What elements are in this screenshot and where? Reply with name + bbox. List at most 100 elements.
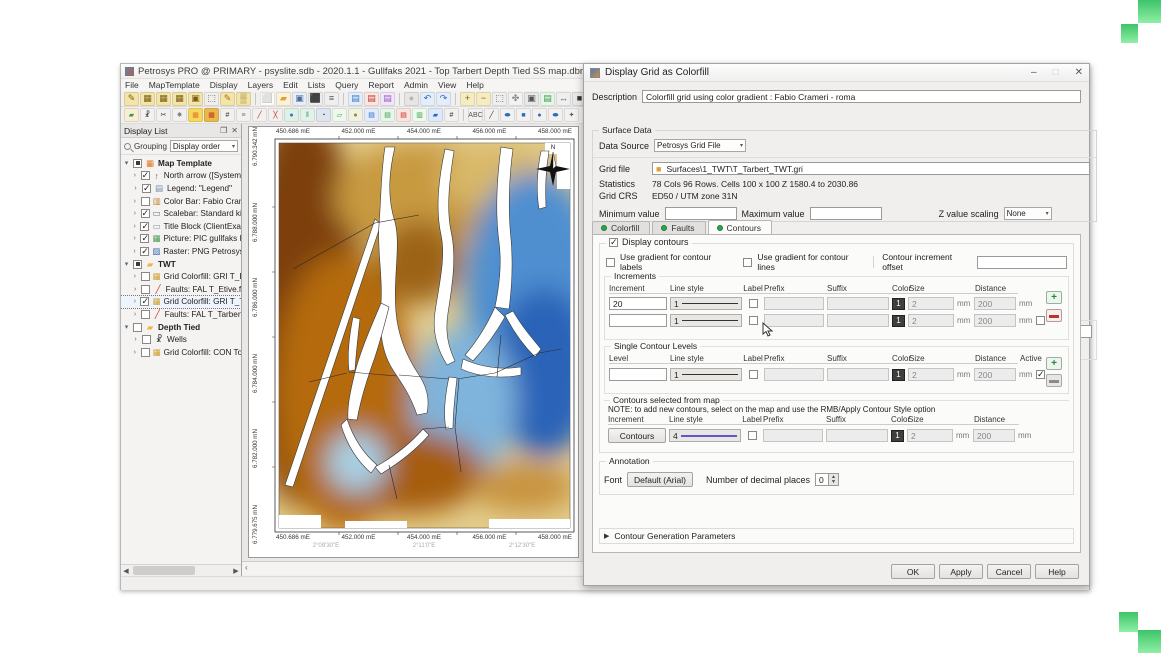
tree-faults-tarbert[interactable]: › ╱ Faults: FAL T_Tarbert.fal bbox=[121, 308, 241, 321]
map-extent-icon[interactable]: ⬚ bbox=[204, 92, 219, 106]
increment-input[interactable] bbox=[609, 314, 667, 327]
draw-square-icon[interactable]: ■ bbox=[516, 108, 531, 122]
tree-scalebar[interactable]: › ▭ Scalebar: Standard kilomet bbox=[121, 207, 241, 220]
polygon-icon[interactable]: ▱ bbox=[332, 108, 347, 122]
expander-icon[interactable]: › bbox=[132, 198, 138, 205]
close-icon[interactable]: ✕ bbox=[1075, 67, 1083, 78]
level-input[interactable] bbox=[609, 368, 667, 381]
visibility-checkbox[interactable] bbox=[141, 285, 150, 294]
expander-icon[interactable]: › bbox=[132, 336, 139, 343]
search-icon[interactable] bbox=[124, 143, 131, 150]
list-icon[interactable]: ≡ bbox=[324, 92, 339, 106]
visibility-checkbox[interactable] bbox=[141, 171, 150, 180]
active-checkbox[interactable] bbox=[1036, 370, 1045, 379]
abc-text-icon[interactable]: ABC bbox=[468, 108, 483, 122]
distance-input[interactable]: 200 bbox=[974, 368, 1016, 381]
visibility-checkbox[interactable] bbox=[140, 247, 149, 256]
prefix-input[interactable] bbox=[764, 314, 824, 327]
remove-row-button[interactable]: ▬ bbox=[1046, 309, 1062, 322]
help-button[interactable]: Help bbox=[1035, 564, 1079, 579]
use-gradient-labels-checkbox[interactable] bbox=[606, 258, 615, 267]
menu-help[interactable]: Help bbox=[466, 80, 483, 90]
folder-icon[interactable]: ■ bbox=[656, 164, 661, 174]
crosshair-icon[interactable]: ✦ bbox=[564, 108, 579, 122]
visibility-checkbox[interactable] bbox=[140, 222, 149, 231]
suffix-input[interactable] bbox=[827, 368, 889, 381]
map-zoom-icon[interactable]: ▦ bbox=[140, 92, 155, 106]
line-style-combobox[interactable]: 1 bbox=[670, 314, 742, 327]
visibility-checkbox[interactable] bbox=[140, 234, 149, 243]
menu-admin[interactable]: Admin bbox=[404, 80, 428, 90]
decimal-places-spinner[interactable]: 0 ▲▼ bbox=[815, 473, 839, 486]
draw-ellipse-icon[interactable]: ⬬ bbox=[548, 108, 563, 122]
tree-raster[interactable]: › ▨ Raster: PNG Petrosys_logo_ bbox=[121, 245, 241, 258]
contours-button[interactable]: Contours bbox=[608, 428, 666, 443]
prefix-input[interactable] bbox=[764, 297, 824, 310]
snapshot-icon[interactable]: ▣ bbox=[524, 92, 539, 106]
line-style-combobox[interactable]: 4 bbox=[669, 429, 741, 442]
menu-lists[interactable]: Lists bbox=[308, 80, 325, 90]
map-select-icon[interactable]: ▣ bbox=[188, 92, 203, 106]
contour-generation-parameters[interactable]: ▶ Contour Generation Parameters bbox=[599, 528, 1074, 544]
visibility-checkbox[interactable] bbox=[140, 297, 149, 306]
menu-report[interactable]: Report bbox=[368, 80, 394, 90]
apply-button[interactable]: Apply bbox=[939, 564, 983, 579]
fit-width-icon[interactable]: ↔ bbox=[556, 92, 571, 106]
image-blue-icon[interactable]: ▤ bbox=[348, 92, 363, 106]
remove-level-button[interactable]: ▬ bbox=[1046, 374, 1062, 387]
tree-depth-tied-group[interactable]: ▾ ▰ Depth Tied bbox=[121, 321, 241, 334]
data-source-combobox[interactable]: Petrosys Grid File ▾ bbox=[654, 139, 746, 152]
suffix-input[interactable] bbox=[826, 429, 888, 442]
visibility-checkbox[interactable] bbox=[142, 184, 151, 193]
expander-icon[interactable]: › bbox=[132, 210, 138, 217]
tree-title-block[interactable]: › ▭ Title Block (ClientExample_ bbox=[121, 220, 241, 233]
layers-stack-icon[interactable]: ≡ bbox=[236, 108, 251, 122]
z-scaling-combobox[interactable]: None ▾ bbox=[1004, 207, 1052, 220]
expander-icon[interactable]: › bbox=[132, 286, 138, 293]
doc-green-icon[interactable]: ▥ bbox=[412, 108, 427, 122]
pdf-icon[interactable]: ▤ bbox=[396, 108, 411, 122]
visibility-checkbox[interactable] bbox=[141, 348, 150, 357]
tree-wells[interactable]: › ☧ Wells bbox=[121, 333, 241, 346]
prefix-input[interactable] bbox=[763, 429, 823, 442]
fault-pick-icon[interactable]: ✂ bbox=[156, 108, 171, 122]
scroll-right-icon[interactable]: ▶ bbox=[231, 567, 241, 575]
open-folder-icon[interactable]: ▰ bbox=[276, 92, 291, 106]
tree-grid-con-top[interactable]: › ▦ Grid Colorfill: CON Top Tar bbox=[121, 346, 241, 359]
spinner-arrows-icon[interactable]: ▲▼ bbox=[829, 473, 839, 486]
tree-legend[interactable]: › ▤ Legend: "Legend" bbox=[121, 182, 241, 195]
ok-button[interactable]: OK bbox=[891, 564, 935, 579]
stop-icon[interactable]: ● bbox=[404, 92, 419, 106]
zoom-in-icon[interactable]: + bbox=[460, 92, 475, 106]
expander-icon[interactable]: › bbox=[132, 235, 137, 242]
visibility-checkbox[interactable] bbox=[133, 159, 142, 168]
size-input[interactable]: 2 bbox=[907, 429, 953, 442]
image-chat-icon[interactable]: ▤ bbox=[380, 92, 395, 106]
display-contours-checkbox[interactable] bbox=[609, 238, 618, 247]
tab-contours[interactable]: Contours bbox=[708, 220, 773, 234]
wells-icon[interactable]: ☧ bbox=[140, 108, 155, 122]
edit-map-icon[interactable]: ✎ bbox=[124, 92, 139, 106]
distance-input[interactable]: 200 bbox=[973, 429, 1015, 442]
map-canvas[interactable]: N bbox=[249, 127, 580, 559]
distance-input[interactable]: 200 bbox=[974, 314, 1016, 327]
visibility-checkbox[interactable] bbox=[141, 209, 150, 218]
tree-grid-tarbert[interactable]: › ▦ Grid Colorfill: GRI T_Tarber bbox=[121, 296, 241, 309]
new-file-icon[interactable]: ⬜ bbox=[260, 92, 275, 106]
copy-view-icon[interactable]: ▤ bbox=[540, 92, 555, 106]
description-input[interactable]: Colorfill grid using color gradient : Fa… bbox=[642, 90, 1081, 103]
label-checkbox[interactable] bbox=[748, 431, 757, 440]
fault-erase-icon[interactable]: ╳ bbox=[268, 108, 283, 122]
add-layer-icon[interactable]: ▰ bbox=[124, 108, 139, 122]
color-button[interactable]: 1 bbox=[892, 298, 905, 310]
visibility-checkbox[interactable] bbox=[133, 323, 142, 332]
tree-picture[interactable]: › ▦ Picture: PIC gullfaks locatio bbox=[121, 233, 241, 246]
sphere-icon[interactable]: ● bbox=[348, 108, 363, 122]
font-button[interactable]: Default (Arial) bbox=[627, 472, 693, 487]
display-list-hscrollbar[interactable]: ◀ ▶ bbox=[121, 564, 241, 576]
expander-icon[interactable]: › bbox=[132, 172, 138, 179]
menu-query[interactable]: Query bbox=[335, 80, 358, 90]
expander-icon[interactable]: ▾ bbox=[123, 323, 130, 331]
size-input[interactable]: 2 bbox=[908, 297, 954, 310]
scroll-left-icon[interactable]: ◀ bbox=[121, 567, 131, 575]
